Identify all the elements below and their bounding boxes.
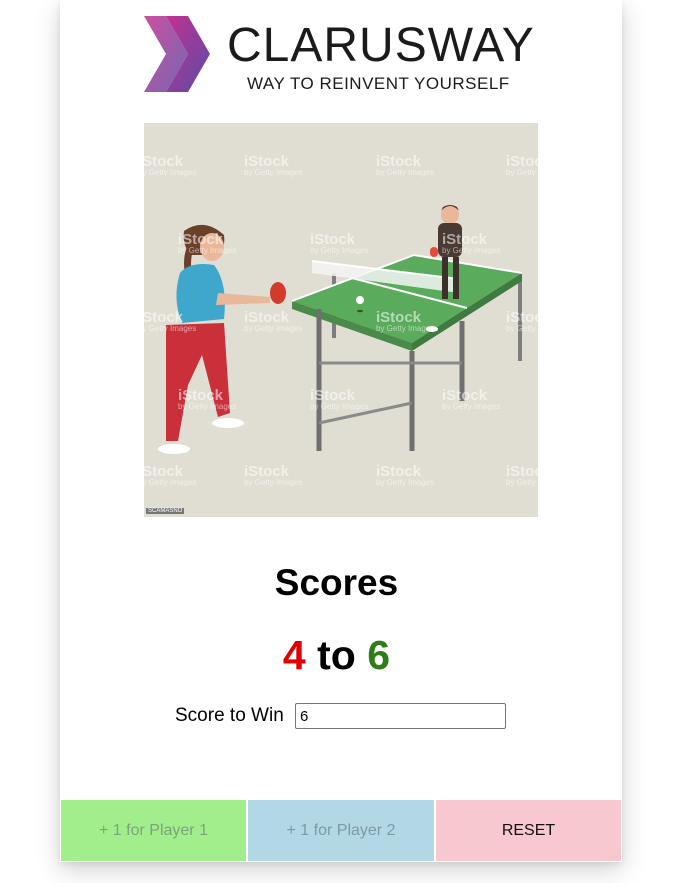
watermark: iStockby Getty Images (244, 153, 303, 177)
watermark: iStockby Getty Images (442, 387, 501, 411)
player2-score: 6 (367, 632, 391, 678)
watermark: iStockby Getty Images (442, 231, 501, 255)
ping-pong-illustration (158, 205, 523, 454)
score-display: 4 to 6 (0, 632, 673, 678)
scores-heading: Scores (274, 562, 399, 603)
watermark: iStockby Getty Images (506, 309, 538, 333)
player1-score: 4 (282, 632, 306, 678)
watermark: iStockby Getty Images (144, 153, 197, 177)
reset-button[interactable]: RESET (436, 800, 621, 861)
watermark: iStockby Getty Images (310, 387, 369, 411)
watermark: iStockby Getty Images (310, 231, 369, 255)
watermark: iStockby Getty Images (376, 153, 435, 177)
player1-point-button[interactable]: + 1 for Player 1 (61, 800, 246, 861)
watermark: iStockby Getty Images (506, 153, 538, 177)
watermark: iStockby Getty Images (244, 463, 303, 487)
watermark: iStockby Getty Images (244, 309, 303, 333)
score-to-win-input[interactable] (295, 703, 506, 729)
watermark: iStockby Getty Images (376, 309, 435, 333)
brand-name: CLARUSWAY (227, 19, 535, 72)
watermark: iStockby Getty Images (144, 309, 197, 333)
image-credit: SCAMASNO (146, 508, 185, 514)
score-to-win-label: Score to Win (175, 705, 284, 726)
ping-pong-image: iStockby Getty Images iStockby Getty Ima… (144, 123, 538, 517)
watermark: iStockby Getty Images (376, 463, 435, 487)
watermark: iStockby Getty Images (506, 463, 538, 487)
watermark: iStockby Getty Images (144, 463, 197, 487)
watermark: iStockby Getty Images (178, 387, 237, 411)
score-separator: to (317, 632, 356, 678)
brand-slogan: WAY TO REINVENT YOURSELF (247, 74, 510, 93)
watermark: iStockby Getty Images (178, 231, 237, 255)
player2-point-button[interactable]: + 1 for Player 2 (248, 800, 434, 861)
